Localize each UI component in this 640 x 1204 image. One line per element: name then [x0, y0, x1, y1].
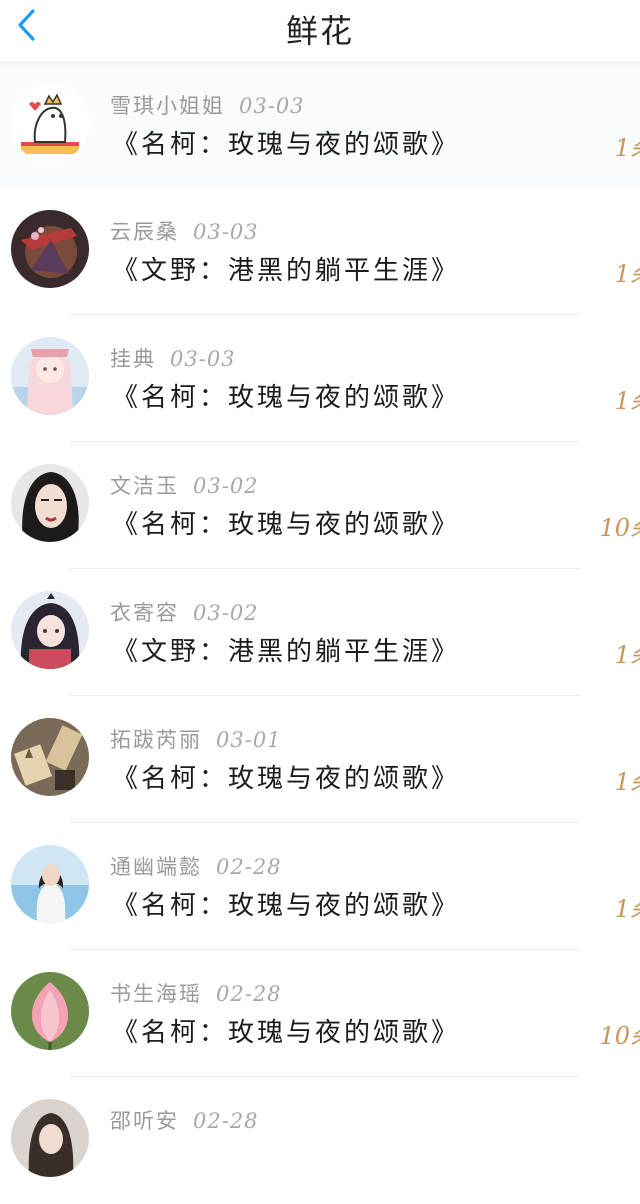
- record-date: 03-03: [239, 94, 305, 118]
- flower-record-list: 雪琪小姐姐 03-03 《名柯：玫瑰与夜的颂歌》 1朵 云辰桑 03-03 《文野：…: [0, 62, 640, 1204]
- avatar[interactable]: [11, 464, 89, 542]
- flower-count: 1朵: [614, 387, 640, 415]
- avatar[interactable]: [11, 337, 89, 415]
- record-meta: 书生海瑶 02-28: [110, 978, 282, 1008]
- username[interactable]: 通幽端懿: [110, 855, 202, 879]
- record-date: 03-03: [193, 220, 259, 244]
- record-date: 03-02: [193, 474, 259, 498]
- avatar[interactable]: [11, 591, 89, 669]
- list-item[interactable]: 雪琪小姐姐 03-03 《名柯：玫瑰与夜的颂歌》 1朵: [0, 62, 640, 188]
- record-meta: 文洁玉 03-02: [110, 470, 259, 500]
- flower-count: 10朵: [599, 514, 640, 542]
- flower-count: 1朵: [614, 641, 640, 669]
- list-item[interactable]: 云辰桑 03-03 《文野：港黑的躺平生涯》 1朵: [0, 188, 640, 315]
- record-date: 02-28: [193, 1109, 259, 1133]
- record-date: 03-01: [216, 728, 282, 752]
- flower-count: 1朵: [614, 768, 640, 796]
- record-meta: 通幽端懿 02-28: [110, 851, 282, 881]
- username[interactable]: 雪琪小姐姐: [110, 94, 225, 118]
- username[interactable]: 文洁玉: [110, 474, 179, 498]
- avatar[interactable]: [11, 210, 89, 288]
- book-title[interactable]: 《名柯：玫瑰与夜的颂歌》: [112, 885, 460, 922]
- flower-count: 1朵: [614, 134, 640, 162]
- username[interactable]: 书生海瑶: [110, 982, 202, 1006]
- username[interactable]: 云辰桑: [110, 220, 179, 244]
- record-date: 02-28: [216, 982, 282, 1006]
- book-title[interactable]: 《名柯：玫瑰与夜的颂歌》: [112, 758, 460, 795]
- username[interactable]: 拓跋芮丽: [110, 728, 202, 752]
- book-title[interactable]: 《名柯：玫瑰与夜的颂歌》: [112, 1012, 460, 1049]
- page-title: 鲜花: [285, 12, 354, 50]
- username[interactable]: 邵听安: [110, 1109, 179, 1133]
- record-meta: 挂典 03-03: [110, 343, 236, 373]
- book-title[interactable]: 《名柯：玫瑰与夜的颂歌》: [112, 504, 460, 541]
- book-title[interactable]: 《名柯：玫瑰与夜的颂歌》: [112, 124, 460, 161]
- username[interactable]: 挂典: [110, 347, 156, 371]
- avatar[interactable]: [11, 972, 89, 1050]
- list-item[interactable]: 文洁玉 03-02 《名柯：玫瑰与夜的颂歌》 10朵: [0, 442, 640, 569]
- top-nav-bar: 鲜花: [0, 0, 640, 63]
- list-item[interactable]: 通幽端懿 02-28 《名柯：玫瑰与夜的颂歌》 1朵: [0, 823, 640, 950]
- list-item[interactable]: 书生海瑶 02-28 《名柯：玫瑰与夜的颂歌》 10朵: [0, 950, 640, 1077]
- book-title[interactable]: 《名柯：玫瑰与夜的颂歌》: [112, 377, 460, 414]
- list-item[interactable]: 拓跋芮丽 03-01 《名柯：玫瑰与夜的颂歌》 1朵: [0, 696, 640, 823]
- list-item[interactable]: 邵听安 02-28: [0, 1077, 640, 1204]
- record-meta: 雪琪小姐姐 03-03: [110, 90, 305, 120]
- list-item[interactable]: 衣寄容 03-02 《文野：港黑的躺平生涯》 1朵: [0, 569, 640, 696]
- username[interactable]: 衣寄容: [110, 601, 179, 625]
- record-date: 02-28: [216, 855, 282, 879]
- record-meta: 衣寄容 03-02: [110, 597, 259, 627]
- record-meta: 拓跋芮丽 03-01: [110, 724, 282, 754]
- book-title[interactable]: 《文野：港黑的躺平生涯》: [112, 250, 460, 287]
- record-date: 03-02: [193, 601, 259, 625]
- record-meta: 云辰桑 03-03: [110, 216, 259, 246]
- list-item[interactable]: 挂典 03-03 《名柯：玫瑰与夜的颂歌》 1朵: [0, 315, 640, 442]
- avatar[interactable]: [11, 84, 89, 162]
- avatar[interactable]: [11, 1099, 89, 1177]
- book-title[interactable]: 《文野：港黑的躺平生涯》: [112, 631, 460, 668]
- flower-count: 1朵: [614, 260, 640, 288]
- record-date: 03-03: [170, 347, 236, 371]
- flower-count: 10朵: [599, 1022, 640, 1050]
- avatar[interactable]: [11, 718, 89, 796]
- flower-count: 1朵: [614, 895, 640, 923]
- record-meta: 邵听安 02-28: [110, 1105, 259, 1135]
- avatar[interactable]: [11, 845, 89, 923]
